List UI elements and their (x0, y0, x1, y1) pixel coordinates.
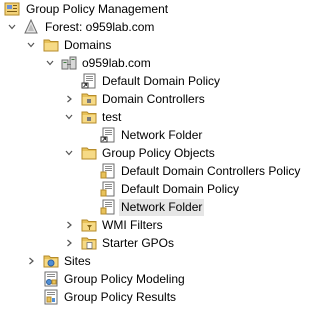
gpo-icon (100, 181, 116, 197)
ou-folder-icon (81, 91, 97, 107)
chevron-right-icon[interactable] (64, 238, 74, 248)
gpo-icon (100, 163, 116, 179)
results-icon (43, 289, 59, 305)
gpo-icon (100, 199, 116, 215)
folder-icon (81, 235, 97, 251)
folder-icon (81, 217, 97, 233)
folder-icon (43, 37, 59, 53)
tree-node-sites-label: Sites (64, 253, 91, 268)
sites-icon (43, 253, 59, 269)
tree-node-results-label: Group Policy Results (64, 289, 177, 304)
gpo-link-icon (81, 73, 97, 89)
chevron-right-icon[interactable] (64, 220, 74, 230)
chevron-down-icon[interactable] (64, 148, 74, 158)
domain-icon (61, 55, 77, 71)
tree-node-gpo-container-label: Group Policy Objects (102, 145, 215, 160)
tree-node-test-ou-label: test (102, 109, 122, 124)
tree-node-domain-controllers-label: Domain Controllers (102, 91, 205, 106)
chevron-right-icon[interactable] (26, 256, 36, 266)
tree-node-domain-label: o959lab.com (82, 55, 151, 70)
chevron-down-icon[interactable] (7, 22, 17, 32)
modeling-icon (43, 271, 59, 287)
tree-node-network-folder-link-label: Network Folder (121, 127, 203, 142)
ou-folder-icon (81, 109, 97, 125)
tree-node-domains-label: Domains (64, 37, 112, 52)
gpmc-icon (4, 1, 20, 17)
chevron-down-icon[interactable] (26, 40, 36, 50)
folder-icon (81, 145, 97, 161)
tree-node-starter-gpos-label: Starter GPOs (102, 235, 175, 250)
tree-node-modeling-label: Group Policy Modeling (64, 271, 185, 286)
chevron-down-icon[interactable] (64, 112, 74, 122)
tree-node-gpo-item-label: Default Domain Policy (121, 181, 240, 196)
forest-icon (23, 19, 39, 35)
tree-node-gpo-item-label: Default Domain Controllers Policy (121, 163, 301, 178)
tree-node-forest-label: Forest: o959lab.com (45, 19, 155, 34)
tree-node-gpo-item-label: Network Folder (119, 198, 205, 216)
chevron-down-icon[interactable] (45, 58, 55, 68)
chevron-right-icon[interactable] (64, 94, 74, 104)
tree-node-default-domain-policy-link-label: Default Domain Policy (102, 73, 221, 88)
tree-node-wmi-filters-label: WMI Filters (102, 217, 163, 232)
gpmc-tree: Group Policy Management Forest: o959lab.… (0, 0, 329, 328)
gpo-link-icon (100, 127, 116, 143)
tree-node-root-label: Group Policy Management (26, 1, 169, 16)
